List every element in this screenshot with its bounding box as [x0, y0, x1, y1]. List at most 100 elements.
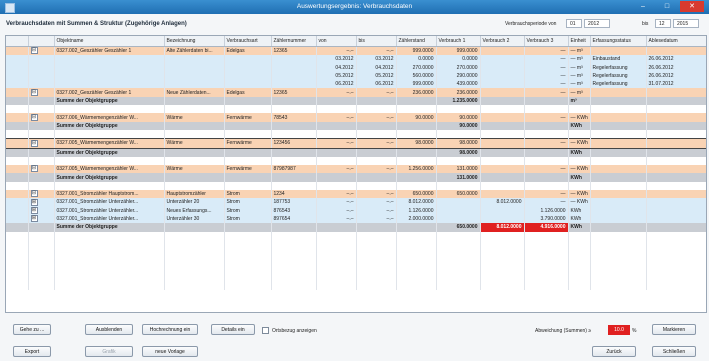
mark-button[interactable]: Markieren [652, 324, 696, 335]
header-cell[interactable]: Verbrauchsart [224, 36, 272, 47]
table-cell [356, 181, 397, 191]
table-row[interactable] [6, 248, 706, 257]
close-button[interactable]: Schließen [652, 346, 696, 357]
table-row[interactable] [6, 256, 706, 265]
projection-button[interactable]: Hochrechnung ein [142, 324, 198, 335]
table-row[interactable] [6, 181, 706, 191]
header-cell[interactable]: Verbrauch 3 [524, 36, 569, 47]
maximize-button[interactable]: □ [655, 1, 679, 12]
header-cell[interactable]: Bezeichnung [164, 36, 225, 47]
summary-row[interactable]: Summe der Objektgruppe 650.0000 8.012.0000… [6, 223, 706, 232]
table-cell [316, 121, 357, 130]
table-cell [590, 198, 647, 207]
expand-icon[interactable]: ⊟ [28, 190, 55, 199]
table-cell: 8.012.0000 [480, 198, 525, 207]
table-row[interactable]: ⊟ 0327.005_Wärmemengenzähler W... Wärme Fer… [6, 165, 706, 174]
summary-row[interactable]: Summe der Objektgruppe 131.0000 KWh [6, 173, 706, 182]
table-cell [356, 256, 397, 265]
table-cell [271, 273, 317, 282]
period-to-year[interactable]: 2015 [673, 19, 699, 28]
expand-icon[interactable]: ⊟ [28, 88, 55, 97]
period-from-year[interactable]: 2012 [584, 19, 610, 28]
summary-row[interactable]: Summe der Objektgruppe 90.0000 KWh [6, 121, 706, 130]
new-template-button[interactable]: neue Vorlage [142, 346, 198, 357]
expand-toggle-icon[interactable]: ⊟ [30, 88, 38, 96]
close-window-button[interactable]: ✕ [680, 1, 704, 12]
table-row[interactable] [6, 273, 706, 282]
table-row[interactable]: ⊞ 0327.001_Stromzähler Unterzähler... Unte… [6, 198, 706, 207]
header-cell[interactable]: Zählerstand [396, 36, 437, 47]
table-row[interactable] [6, 264, 706, 274]
tree-connector [6, 264, 29, 274]
tree-connector [6, 198, 29, 207]
expand-icon[interactable]: ⊞ [28, 214, 55, 224]
expand-icon [28, 105, 55, 114]
period-from-month[interactable]: 01 [566, 19, 582, 28]
back-button[interactable]: Zurück [592, 346, 636, 357]
expand-icon[interactable]: ⊞ [28, 198, 55, 207]
table-cell: 0327.005_Wärmemengenzähler W... [54, 165, 165, 174]
table-cell [271, 55, 317, 64]
expand-toggle-icon[interactable]: ⊟ [30, 139, 38, 147]
table-row[interactable]: ⊟ 0327.002_Geszähler Geszähler 1 Neue Zähl… [6, 88, 706, 97]
table-row[interactable] [6, 231, 706, 240]
table-row[interactable] [6, 129, 706, 139]
header-cell[interactable]: Verbrauch 1 [436, 36, 481, 47]
header-cell[interactable]: Objektname [54, 36, 165, 47]
goto-button[interactable]: Gehe zu ... [13, 324, 51, 335]
table-row[interactable]: ⊟ 0327.005_Wärmemengenzähler W... Wärme Fer… [6, 138, 706, 149]
header-cell[interactable]: Ablesedatum [646, 36, 706, 47]
expand-toggle-icon[interactable]: ⊟ [30, 165, 38, 173]
table-row[interactable]: ⊟ 0327.002_Geszähler Geszähler 1 Alte Zähl… [6, 46, 706, 56]
expand-icon[interactable]: ⊟ [28, 165, 55, 174]
table-row[interactable]: 04.2012 04.2012 270.0000 270.0000— — m³ Regel… [6, 63, 706, 72]
expand-icon[interactable]: ⊟ [28, 46, 55, 56]
table-row[interactable]: 05.2012 05.2012 560.0000 290.0000— — m³ Regel… [6, 71, 706, 81]
table-row[interactable]: ⊟ 0327.006_Wärmemengenzähler W... Wärme Fer… [6, 113, 706, 122]
table-row[interactable]: ⊟ 0327.001_Stromzähler Hauptstrom... Haupt… [6, 190, 706, 199]
table-row[interactable]: ⊞ 0327.001_Stromzähler Unterzähler... Neue… [6, 206, 706, 215]
table-row[interactable]: ⊞ 0327.001_Stromzähler Unterzähler... Unte… [6, 214, 706, 224]
period-to-month[interactable]: 12 [655, 19, 671, 28]
header-cell[interactable]: Zählernummer [271, 36, 317, 47]
expand-icon [28, 281, 55, 290]
header-cell[interactable]: Erfassungsstatus [590, 36, 647, 47]
graphic-button[interactable]: Grafik [85, 346, 133, 357]
table-cell: 8.012.0000 [396, 198, 437, 207]
deviation-input[interactable]: 10.0 [608, 325, 630, 335]
summary-row[interactable]: Summe der Objektgruppe 98.0000 KWh [6, 148, 706, 157]
export-button[interactable]: Export [13, 346, 51, 357]
minimize-button[interactable]: – [631, 1, 655, 12]
header-cell[interactable] [28, 36, 55, 47]
expand-icon[interactable]: ⊟ [28, 113, 55, 122]
table-cell: 897654 [271, 214, 317, 224]
expand-toggle-icon[interactable]: ⊟ [30, 113, 38, 121]
show-location-checkbox[interactable] [262, 327, 269, 334]
table-cell [524, 231, 569, 240]
header-cell[interactable]: von [316, 36, 357, 47]
table-cell [480, 88, 525, 97]
header-cell[interactable]: Verbrauch 2 [480, 36, 525, 47]
expand-toggle-icon[interactable]: ⊞ [30, 198, 38, 206]
details-button[interactable]: Details ein [211, 324, 255, 335]
table-row[interactable] [6, 239, 706, 249]
table-cell: Regelerfassung [590, 80, 647, 89]
table-row[interactable] [6, 281, 706, 290]
table-row[interactable]: 06.2012 06.2012 999.0000 439.0000— — m³ Regel… [6, 80, 706, 89]
table-cell [164, 181, 225, 191]
table-row[interactable]: 03.2012 03.2012 0.0000 0.0000— — m³ Einbausta… [6, 55, 706, 64]
hide-button[interactable]: Ausblenden [85, 324, 133, 335]
summary-row[interactable]: Summe der Objektgruppe 1.235.0000 m³ [6, 96, 706, 106]
header-cell[interactable]: Einheit [568, 36, 591, 47]
expand-toggle-icon[interactable]: ⊟ [30, 190, 38, 198]
table-cell: 0327.002_Geszähler Geszähler 1 [54, 88, 165, 97]
table-row[interactable] [6, 156, 706, 166]
expand-icon[interactable]: ⊟ [28, 138, 55, 149]
header-cell[interactable]: bis [356, 36, 397, 47]
expand-toggle-icon[interactable]: ⊟ [30, 47, 38, 55]
table-cell [646, 173, 706, 182]
expand-toggle-icon[interactable]: ⊞ [30, 215, 38, 223]
expand-icon[interactable]: ⊞ [28, 206, 55, 215]
table-row[interactable] [6, 105, 706, 114]
expand-toggle-icon[interactable]: ⊞ [30, 206, 38, 214]
